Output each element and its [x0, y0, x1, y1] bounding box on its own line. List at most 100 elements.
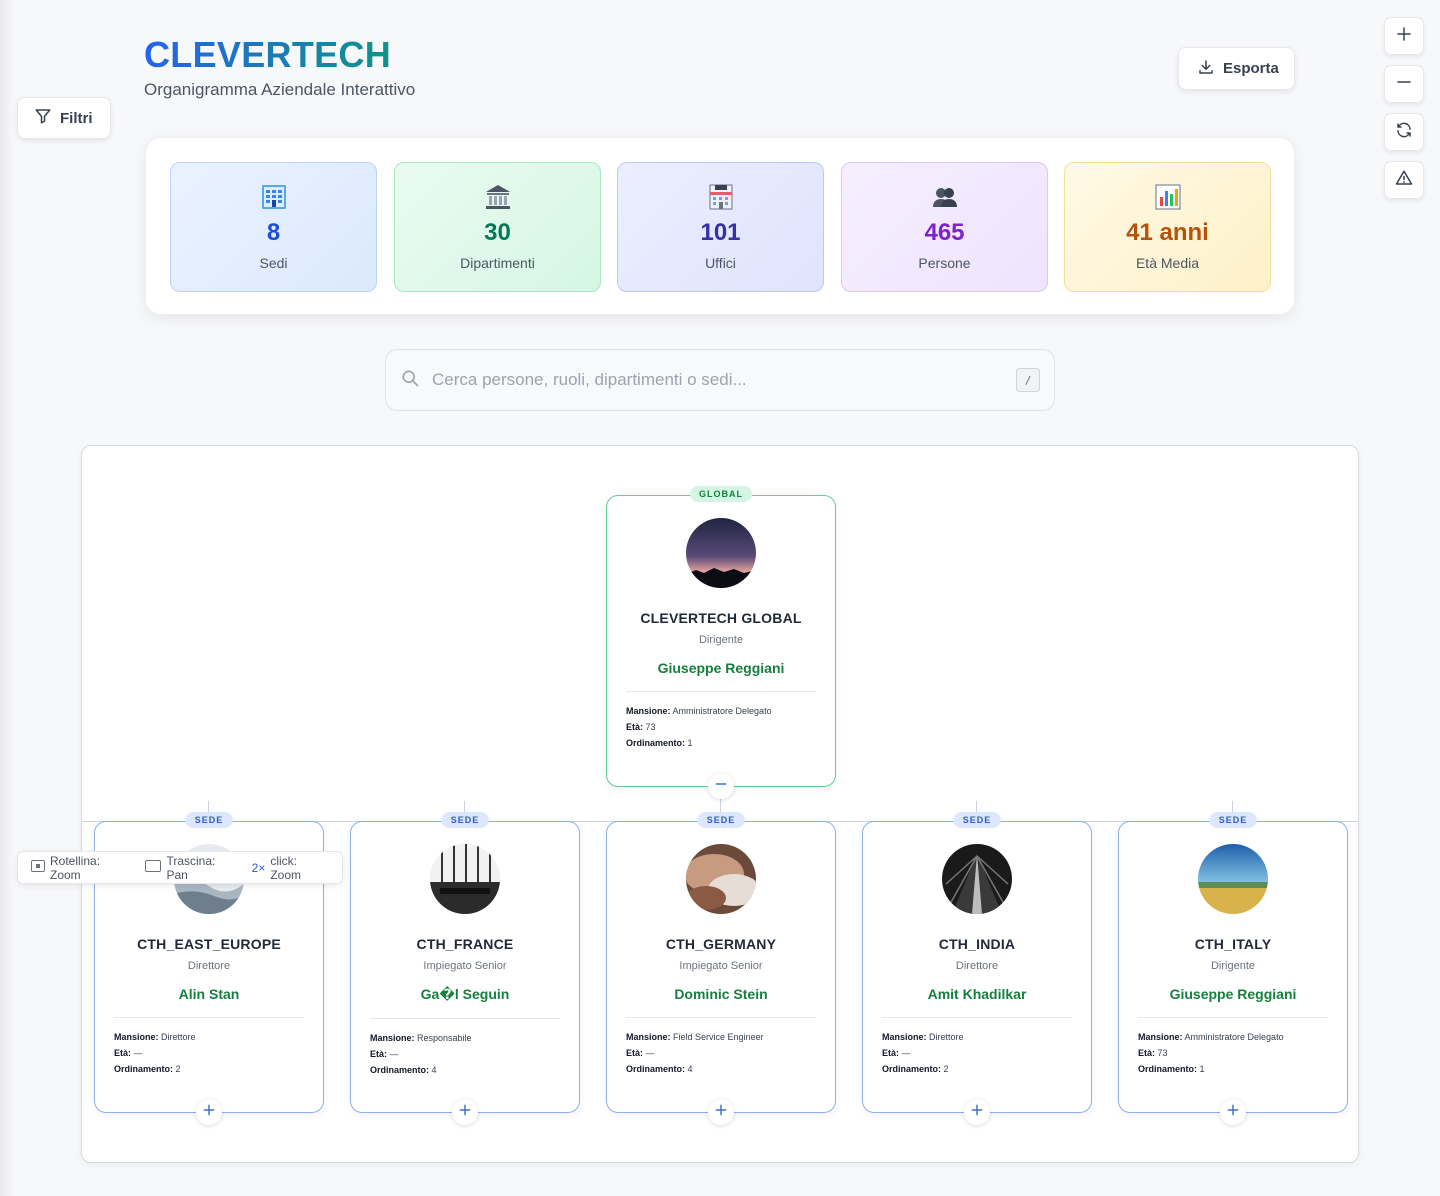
node-person[interactable]: Alin Stan [179, 986, 240, 1002]
eta-value: — [133, 1048, 143, 1058]
stats-panel: 8 Sedi 30 Dipartimenti 101 Uffici 465 Pe… [145, 137, 1295, 315]
ordinamento-label: Ordinamento: [626, 738, 686, 748]
ordinamento-value: 1 [1199, 1064, 1205, 1074]
eta-value: — [645, 1048, 655, 1058]
ordinamento-label: Ordinamento: [626, 1064, 686, 1074]
node-person[interactable]: Giuseppe Reggiani [1170, 986, 1297, 1002]
bank-icon [484, 183, 512, 211]
refresh-icon [1395, 121, 1413, 144]
stat-uffici-value: 101 [700, 219, 741, 246]
eta-label: Età: [882, 1048, 900, 1058]
ordinamento-label: Ordinamento: [114, 1064, 174, 1074]
zoom-in-button[interactable] [1384, 17, 1424, 55]
stat-uffici-label: Uffici [705, 255, 736, 271]
node-type-badge: GLOBAL [690, 486, 752, 502]
mansione-value: Responsabile [417, 1033, 472, 1043]
warning-icon [1395, 169, 1413, 192]
brand-subtitle: Organigramma Aziendale Interattivo [144, 80, 416, 99]
mansione-value: Direttore [929, 1032, 964, 1042]
stat-dipartimenti-label: Dipartimenti [460, 255, 535, 271]
node-type-badge: SEDE [697, 812, 745, 828]
stat-uffici[interactable]: 101 Uffici [617, 162, 824, 292]
collapse-toggle[interactable] [708, 773, 734, 799]
org-node-india[interactable]: SEDE CTH_INDIA Direttore Amit Khadilkar … [862, 812, 1092, 1125]
ordinamento-value: 4 [687, 1064, 693, 1074]
stat-sedi-label: Sedi [259, 255, 288, 271]
divider [882, 1017, 1072, 1018]
mansione-value: Amministratore Delegato [1184, 1032, 1284, 1042]
node-name: CTH_EAST_EUROPE [137, 936, 281, 952]
eta-value: — [901, 1048, 911, 1058]
ordinamento-label: Ordinamento: [370, 1065, 430, 1075]
building-icon [260, 183, 288, 211]
alerts-button[interactable] [1384, 161, 1424, 199]
ordinamento-value: 4 [431, 1065, 437, 1075]
zoom-controls [1384, 17, 1424, 199]
hint-double-click-text: click: Zoom [270, 853, 302, 882]
hint-double-click-key: 2× [251, 860, 266, 875]
node-person[interactable]: Giuseppe Reggiani [658, 660, 785, 676]
node-details: Mansione: Amministratore Delegato Età: 7… [626, 703, 816, 751]
stat-eta-media[interactable]: 41 anni Età Media [1064, 162, 1271, 292]
expand-toggle[interactable] [196, 1099, 222, 1125]
reset-view-button[interactable] [1384, 113, 1424, 151]
stat-eta-media-label: Età Media [1135, 255, 1200, 271]
node-person[interactable]: Ga�l Seguin [421, 986, 510, 1003]
filters-label: Filtri [60, 109, 93, 127]
divider [370, 1018, 560, 1019]
node-person[interactable]: Amit Khadilkar [928, 986, 1027, 1002]
ordinamento-label: Ordinamento: [1138, 1064, 1198, 1074]
node-name: CTH_FRANCE [416, 936, 514, 952]
org-node-france[interactable]: SEDE CTH_FRANCE Impiegato Senior Ga�l Se… [350, 812, 580, 1125]
avatar [1198, 844, 1268, 914]
node-details: Mansione: Responsabile Età: — Ordinament… [370, 1030, 560, 1078]
node-role: Direttore [955, 960, 999, 972]
mansione-value: Field Service Engineer [673, 1032, 764, 1042]
node-name: CTH_INDIA [938, 936, 1016, 952]
drag-icon [145, 860, 162, 875]
zoom-out-button[interactable] [1384, 65, 1424, 103]
export-button[interactable]: Esporta [1178, 47, 1295, 90]
org-node-root[interactable]: GLOBAL CLEVERTECH GLOBAL Dirigente Giuse… [606, 486, 836, 799]
eta-value: — [389, 1049, 399, 1059]
ordinamento-label: Ordinamento: [882, 1064, 942, 1074]
node-name: CTH_ITALY [1194, 936, 1272, 952]
stat-sedi[interactable]: 8 Sedi [170, 162, 377, 292]
org-chart-canvas[interactable]: GLOBAL CLEVERTECH GLOBAL Dirigente Giuse… [81, 445, 1359, 1163]
eta-value: 73 [1157, 1048, 1168, 1058]
stat-dipartimenti[interactable]: 30 Dipartimenti [394, 162, 601, 292]
minus-icon [714, 777, 728, 796]
eta-label: Età: [626, 1048, 644, 1058]
plus-icon [458, 1103, 472, 1122]
expand-toggle[interactable] [708, 1099, 734, 1125]
ordinamento-value: 2 [175, 1064, 181, 1074]
expand-toggle[interactable] [964, 1099, 990, 1125]
mansione-value: Amministratore Delegato [672, 706, 772, 716]
node-role: Impiegato Senior [679, 960, 763, 972]
divider [626, 691, 816, 692]
node-details: Mansione: Amministratore Delegato Età: 7… [1138, 1029, 1328, 1077]
hint-drag: Trascina: Pan [145, 854, 237, 882]
mansione-label: Mansione: [1138, 1032, 1183, 1042]
plus-icon [714, 1103, 728, 1122]
eta-label: Età: [114, 1048, 132, 1058]
node-person[interactable]: Dominic Stein [674, 986, 767, 1002]
mansione-label: Mansione: [370, 1033, 415, 1043]
hint-double-click: 2× click: Zoom [252, 854, 329, 882]
node-role: Dirigente [1210, 960, 1256, 972]
org-node-germany[interactable]: SEDE CTH_GERMANY Impiegato Senior Domini… [606, 812, 836, 1125]
search-input[interactable] [432, 370, 1016, 390]
expand-toggle[interactable] [1220, 1099, 1246, 1125]
divider [114, 1017, 304, 1018]
eta-label: Età: [1138, 1048, 1156, 1058]
expand-toggle[interactable] [452, 1099, 478, 1125]
divider [626, 1017, 816, 1018]
node-details: Mansione: Direttore Età: — Ordinamento: … [114, 1029, 304, 1077]
avatar [430, 844, 500, 914]
stat-persone[interactable]: 465 Persone [841, 162, 1048, 292]
stat-eta-media-value: 41 anni [1126, 219, 1209, 246]
eta-value: 73 [645, 722, 656, 732]
org-node-italy[interactable]: SEDE CTH_ITALY Dirigente Giuseppe Reggia… [1118, 812, 1348, 1125]
filters-button[interactable]: Filtri [17, 97, 111, 139]
stat-sedi-value: 8 [266, 219, 281, 246]
